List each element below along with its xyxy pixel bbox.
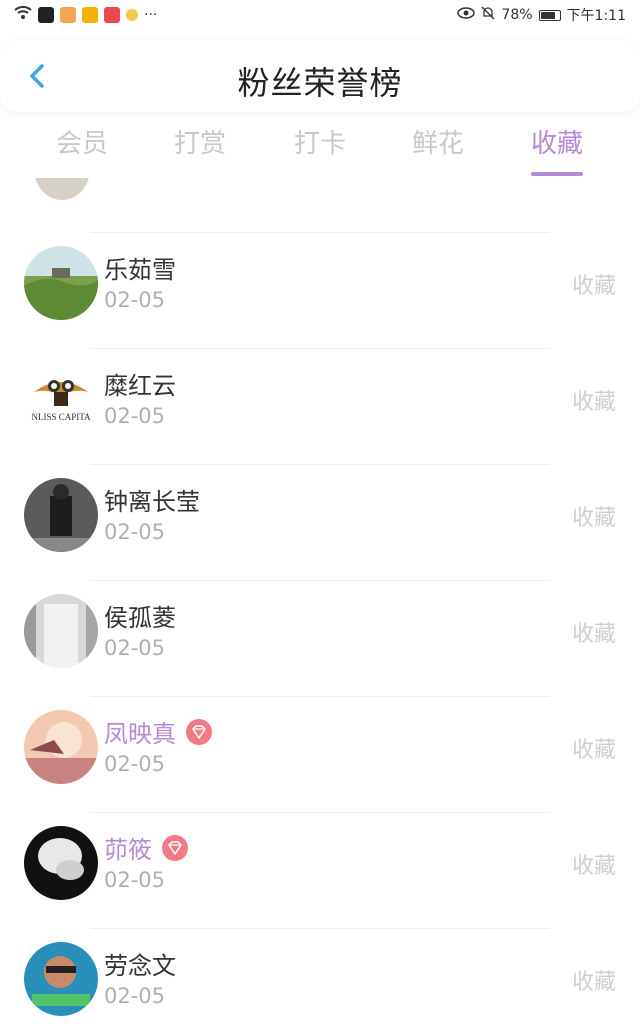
- app-icon: [38, 7, 54, 23]
- date-label: 02-05: [104, 288, 166, 312]
- avatar: [24, 594, 98, 668]
- date-label: 02-05: [104, 520, 166, 544]
- tab-favorites[interactable]: 收藏: [507, 122, 607, 178]
- mute-bell-icon: [481, 6, 495, 24]
- battery-icon: [538, 9, 561, 21]
- avatar: [24, 710, 98, 784]
- list-item[interactable]: 乐茹雪 02-05 收藏: [0, 232, 640, 348]
- user-name: 茆筱: [104, 830, 188, 865]
- date-label: 02-05: [104, 868, 166, 892]
- user-name: 侯孤菱: [104, 604, 176, 632]
- app-icon: [104, 7, 120, 23]
- clock: 下午1:11: [566, 8, 626, 24]
- status-right: 78% 下午1:11: [457, 5, 626, 25]
- list-item[interactable]: 劳念文 02-05 收藏: [0, 928, 640, 1024]
- date-label: 02-05: [104, 636, 166, 660]
- favorite-label: 收藏: [571, 970, 616, 995]
- avatar: NLISS CAPITA: [24, 362, 98, 436]
- favorite-label: 收藏: [571, 274, 616, 299]
- favorite-label: 收藏: [571, 506, 616, 531]
- avatar: [24, 826, 98, 900]
- date-label: 02-05: [104, 404, 166, 428]
- user-name: 凤映真: [104, 714, 212, 749]
- list-item[interactable]: NLISS CAPITA 糜红云 02-05 收藏: [0, 348, 640, 464]
- more-dots-icon: ···: [144, 7, 158, 23]
- favorite-label: 收藏: [571, 854, 616, 879]
- list-item[interactable]: 茆筱 02-05 收藏: [0, 812, 640, 928]
- user-name: 糜红云: [104, 372, 176, 400]
- battery-percent: 78%: [501, 7, 533, 23]
- user-name: 劳念文: [104, 952, 176, 980]
- fan-list[interactable]: 乐茹雪 02-05 收藏 NLISS CAPITA 糜红云 02-05 收藏 钟…: [0, 178, 640, 1024]
- status-bar: ··· 78% 下午1:11: [0, 0, 640, 30]
- diamond-badge-icon: [162, 834, 188, 861]
- eye-icon: [457, 7, 476, 23]
- app-icon: [82, 7, 98, 23]
- page-title: 粉丝荣誉榜: [237, 64, 403, 102]
- diamond-badge-icon: [186, 718, 212, 745]
- date-label: 02-05: [104, 984, 166, 1008]
- status-left: ···: [14, 6, 157, 24]
- user-name: 钟离长莹: [104, 488, 200, 516]
- tab-bar: 会员 打赏 打卡 鲜花 收藏: [0, 122, 640, 178]
- app-icon: [126, 9, 138, 21]
- list-item[interactable]: 凤映真 02-05 收藏: [0, 696, 640, 812]
- date-label: 02-05: [104, 752, 166, 776]
- tab-membership[interactable]: 会员: [32, 122, 132, 178]
- avatar: [24, 246, 98, 320]
- list-item[interactable]: 侯孤菱 02-05 收藏: [0, 580, 640, 696]
- tab-flowers[interactable]: 鲜花: [388, 122, 488, 178]
- user-name: 乐茹雪: [104, 256, 176, 284]
- app-icon: [60, 7, 76, 23]
- tab-reward[interactable]: 打赏: [150, 122, 250, 178]
- header-bar: 粉丝荣誉榜: [0, 40, 640, 112]
- favorite-label: 收藏: [571, 390, 616, 415]
- avatar: [24, 478, 98, 552]
- avatar: [34, 178, 90, 200]
- list-item[interactable]: 钟离长莹 02-05 收藏: [0, 464, 640, 580]
- wifi-icon: [14, 6, 32, 24]
- avatar: [24, 942, 98, 1016]
- favorite-label: 收藏: [571, 622, 616, 647]
- tab-checkin[interactable]: 打卡: [270, 122, 370, 178]
- favorite-label: 收藏: [571, 738, 616, 763]
- logo-text: NLISS CAPITA: [31, 412, 91, 422]
